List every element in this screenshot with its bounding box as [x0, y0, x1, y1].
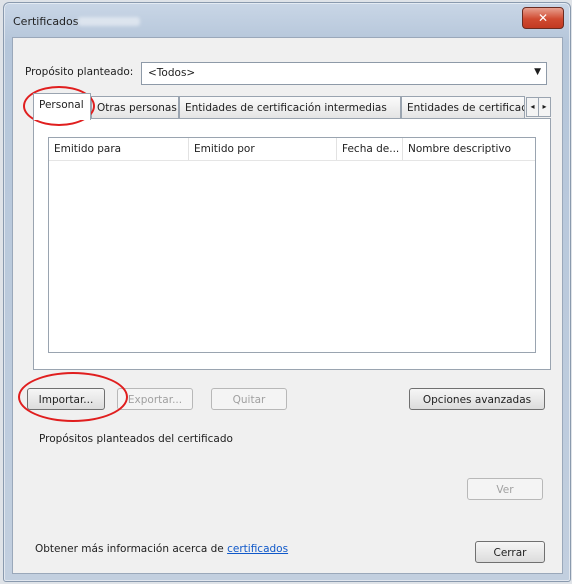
close-window-button[interactable]: ✕ — [522, 7, 564, 29]
purpose-value: <Todos> — [148, 67, 196, 79]
title-bar[interactable]: Certificados ✕ — [4, 3, 570, 37]
tab-strip: Personal Otras personas Entidades de cer… — [33, 93, 551, 120]
tab-personal[interactable]: Personal — [33, 93, 91, 120]
certificates-help-link[interactable]: certificados — [227, 543, 288, 555]
footer-info: Obtener más información acerca de certif… — [35, 543, 288, 555]
column-header-emitido-para[interactable]: Emitido para — [49, 138, 189, 160]
chevron-down-icon: ▼ — [534, 67, 541, 77]
column-header-fecha[interactable]: Fecha de... — [337, 138, 403, 160]
tab-entidades-intermedias[interactable]: Entidades de certificación intermedias — [179, 96, 401, 118]
tab-scroll-right-button[interactable]: ▸ — [538, 97, 551, 117]
tab-entidades-raiz[interactable]: Entidades de certificaci — [401, 96, 525, 118]
export-button[interactable]: Exportar... — [117, 388, 193, 410]
title-blur — [78, 17, 140, 26]
window-title: Certificados — [13, 15, 79, 28]
footer-text: Obtener más información acerca de — [35, 543, 228, 555]
remove-button[interactable]: Quitar — [211, 388, 287, 410]
certificate-purposes-label: Propósitos planteados del certificado — [39, 433, 233, 445]
tab-panel-personal: Emitido para Emitido por Fecha de... Nom… — [33, 118, 551, 370]
dialog-body: Propósito planteado: <Todos> ▼ Personal … — [12, 37, 563, 574]
column-header-nombre-descriptivo[interactable]: Nombre descriptivo — [403, 138, 535, 160]
advanced-options-button[interactable]: Opciones avanzadas — [409, 388, 545, 410]
close-button[interactable]: Cerrar — [475, 541, 545, 563]
purpose-label: Propósito planteado: — [25, 66, 134, 78]
header-divider — [49, 160, 535, 161]
tab-otras-personas[interactable]: Otras personas — [91, 96, 179, 118]
highlight-circle-import-button — [18, 372, 128, 422]
purpose-dropdown[interactable]: <Todos> ▼ — [141, 62, 547, 85]
certificates-window: Certificados ✕ Propósito planteado: <Tod… — [3, 2, 571, 582]
column-header-emitido-por[interactable]: Emitido por — [189, 138, 337, 160]
certificate-list[interactable]: Emitido para Emitido por Fecha de... Nom… — [48, 137, 536, 353]
view-button[interactable]: Ver — [467, 478, 543, 500]
